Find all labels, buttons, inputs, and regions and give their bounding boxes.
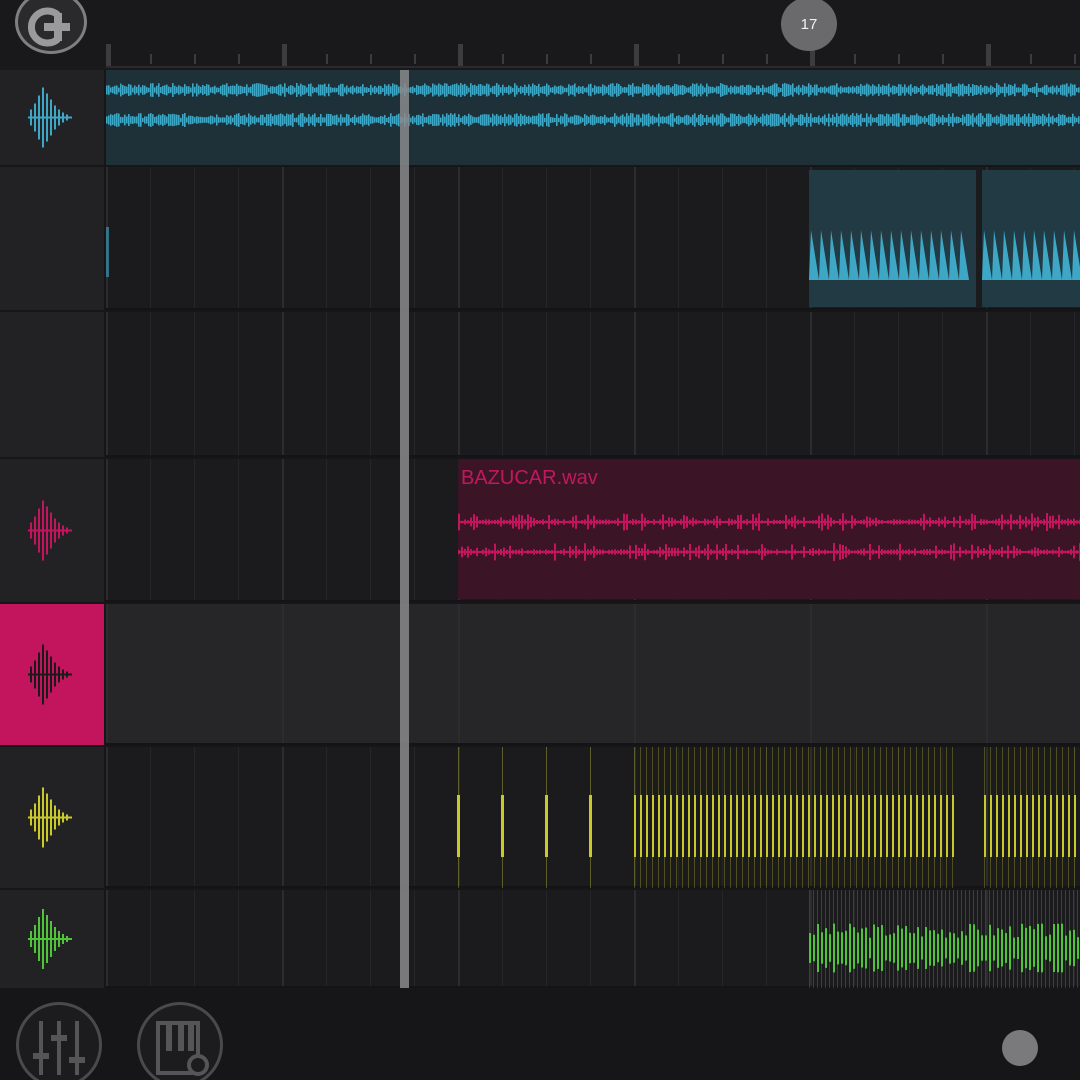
track-lane-4[interactable]: BAZUCAR.wav — [106, 459, 1080, 602]
lane-grid — [106, 604, 1080, 745]
clip-start-handle[interactable] — [106, 227, 109, 277]
track-lane-6[interactable] — [106, 747, 1080, 888]
waveform-icon — [28, 644, 72, 705]
piano-settings-icon — [156, 1021, 209, 1076]
playhead[interactable] — [400, 70, 409, 988]
waveform-icon — [28, 500, 72, 561]
timeline-header: 17 — [0, 0, 1080, 70]
clip-waveform — [106, 83, 1080, 127]
bar-number: 17 — [800, 15, 818, 33]
sequencer-app: 17 BAZUCAR.wav — [0, 0, 1080, 1080]
clip-name: BAZUCAR.wav — [461, 467, 598, 489]
track-lane-1[interactable] — [106, 70, 1080, 165]
waveform-icon — [28, 909, 72, 969]
track-header-3[interactable] — [0, 312, 104, 457]
track-header-4[interactable] — [0, 459, 104, 602]
bottom-toolbar — [0, 988, 1080, 1080]
drum-hits[interactable] — [106, 890, 1080, 988]
clip-waveform — [982, 230, 1080, 280]
lane-grid — [106, 312, 1080, 457]
track-header-2[interactable] — [0, 167, 104, 310]
drum-hits[interactable] — [106, 747, 1080, 888]
track-lane-3[interactable] — [106, 312, 1080, 457]
track-header-7[interactable] — [0, 890, 104, 988]
clip-waveform — [809, 230, 969, 280]
mixer-button[interactable] — [16, 1002, 102, 1080]
scroll-handle[interactable] — [1002, 1030, 1038, 1066]
track-list: BAZUCAR.wav — [0, 70, 1080, 988]
pattern-clip-2[interactable] — [982, 170, 1080, 307]
audio-clip[interactable] — [106, 70, 1080, 165]
mixer-sliders-icon — [33, 1021, 85, 1075]
track-header-6[interactable] — [0, 747, 104, 888]
track-lane-7[interactable] — [106, 890, 1080, 988]
track-lane-2[interactable] — [106, 167, 1080, 310]
timeline-ruler[interactable] — [106, 40, 1080, 68]
track-header-1[interactable] — [0, 70, 104, 165]
audio-clip-bazucar[interactable]: BAZUCAR.wav — [458, 459, 1080, 599]
app-menu-button[interactable] — [15, 0, 87, 54]
app-logo-icon — [27, 7, 70, 47]
waveform-icon — [28, 787, 72, 848]
track-header-5-selected[interactable] — [0, 604, 104, 745]
pattern-clip-1[interactable] — [809, 170, 976, 307]
instrument-settings-button[interactable] — [137, 1002, 223, 1080]
waveform-icon — [28, 87, 72, 148]
track-lane-5[interactable] — [106, 604, 1080, 745]
